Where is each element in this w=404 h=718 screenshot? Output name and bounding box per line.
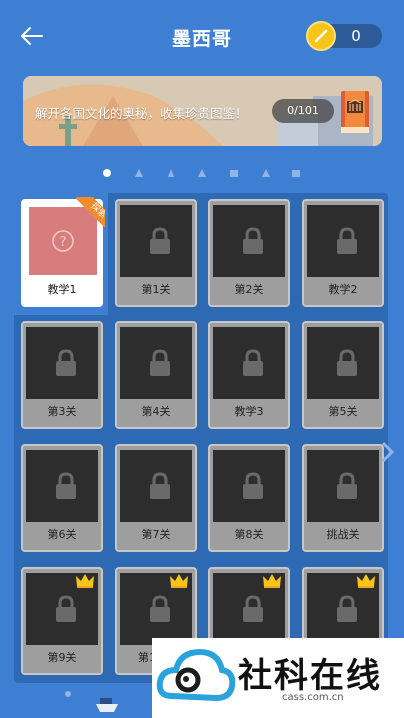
lock-icon <box>334 349 360 381</box>
level-thumbnail <box>120 205 192 277</box>
banner-text: 解开各国文化的奥秘，收集珍贵图鉴！ <box>35 106 248 121</box>
level-label: 第3关 <box>47 405 77 418</box>
level-thumbnail <box>307 327 379 399</box>
lock-icon <box>147 227 173 259</box>
level-label: 教学3 <box>234 405 264 418</box>
cloud-logo <box>156 648 236 702</box>
level-card-locked[interactable]: 挑战关 <box>302 444 384 552</box>
level-thumbnail <box>213 205 285 277</box>
level-card-locked[interactable]: 第7关 <box>115 444 197 552</box>
level-label: 第2关 <box>234 283 264 296</box>
watermark-brand: 社科在线 <box>238 656 382 696</box>
collection-progress: 0/101 <box>272 99 334 123</box>
level-card-locked[interactable]: 第1关 <box>115 199 197 307</box>
lock-icon <box>334 595 360 627</box>
level-label: 第9关 <box>47 651 77 664</box>
level-label: 挑战关 <box>326 528 360 541</box>
page-dot[interactable] <box>135 169 143 177</box>
watermark: 社科在线 cass.com.cn <box>152 638 404 718</box>
level-label: 第8关 <box>234 528 264 541</box>
page-dot[interactable] <box>168 169 174 177</box>
lock-icon <box>53 472 79 504</box>
page-dot[interactable] <box>198 169 206 177</box>
lock-icon <box>147 349 173 381</box>
level-thumbnail <box>213 327 285 399</box>
level-card-locked[interactable]: 第2关 <box>208 199 290 307</box>
level-label: 第6关 <box>47 528 77 541</box>
level-card-locked[interactable]: 第9关 <box>21 567 103 675</box>
crown-icon <box>262 573 282 593</box>
lock-icon <box>147 472 173 504</box>
level-thumbnail <box>120 327 192 399</box>
level-thumbnail <box>307 205 379 277</box>
level-card-locked[interactable]: 教学2 <box>302 199 384 307</box>
level-card-current[interactable]: ? 探索教学1 <box>21 197 105 307</box>
lock-icon <box>240 349 266 381</box>
level-label: 第4关 <box>141 405 171 418</box>
coin-count: 0 <box>351 27 361 45</box>
lock-icon <box>240 227 266 259</box>
crown-icon <box>75 573 95 593</box>
level-label: 第7关 <box>141 528 171 541</box>
level-label: 第5关 <box>328 405 358 418</box>
page-dot-active[interactable] <box>103 169 111 177</box>
collection-banner[interactable]: 解开各国文化的奥秘，收集珍贵图鉴！ 0/101 <box>23 76 382 146</box>
level-card-locked[interactable]: 第5关 <box>302 321 384 429</box>
level-label: 教学1 <box>47 283 77 296</box>
lock-icon <box>53 595 79 627</box>
level-label: 第1关 <box>141 283 171 296</box>
book-icon <box>341 91 369 133</box>
page-dot[interactable] <box>262 169 270 177</box>
level-label: 教学2 <box>328 283 358 296</box>
ship-decoration-icon <box>65 691 118 712</box>
level-thumbnail <box>213 450 285 522</box>
lock-icon <box>240 595 266 627</box>
level-card-locked[interactable]: 教学3 <box>208 321 290 429</box>
lock-icon <box>334 227 360 259</box>
lock-icon <box>147 595 173 627</box>
crown-icon <box>356 573 376 593</box>
coin-icon <box>306 21 336 51</box>
level-card-locked[interactable]: 第4关 <box>115 321 197 429</box>
level-thumbnail <box>26 327 98 399</box>
level-card-locked[interactable]: 第3关 <box>21 321 103 429</box>
watermark-url: cass.com.cn <box>282 692 344 703</box>
level-thumbnail <box>26 450 98 522</box>
level-card-locked[interactable]: 第8关 <box>208 444 290 552</box>
crown-icon <box>169 573 189 593</box>
page-indicator <box>0 166 404 180</box>
page-dot[interactable] <box>292 170 300 177</box>
lock-icon <box>53 349 79 381</box>
page-dot[interactable] <box>230 170 238 177</box>
lock-icon <box>334 472 360 504</box>
level-card-locked[interactable]: 第6关 <box>21 444 103 552</box>
level-thumbnail <box>120 450 192 522</box>
next-page-arrow-icon[interactable] <box>380 440 396 468</box>
level-thumbnail <box>307 450 379 522</box>
svg-text:?: ? <box>60 235 67 250</box>
header: 墨西哥 0 <box>0 0 404 70</box>
level-badge: 探索 <box>69 197 105 233</box>
lock-icon <box>240 472 266 504</box>
